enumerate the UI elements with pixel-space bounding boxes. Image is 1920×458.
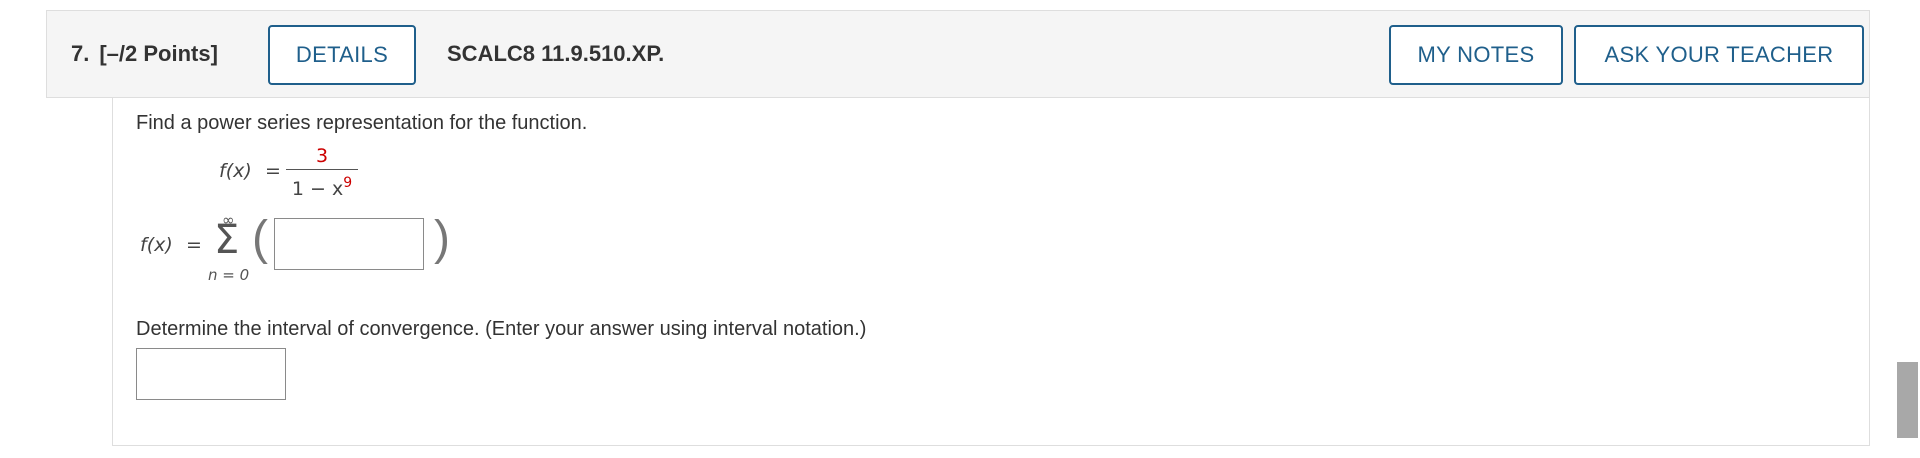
fraction-denominator: 1 − x9 — [286, 172, 358, 200]
question-header: 7. [–/2 Points] DETAILS SCALC8 11.9.510.X… — [46, 10, 1870, 98]
function-equals: = — [265, 160, 281, 182]
function-fraction: 3 1 − x9 — [286, 145, 358, 200]
ask-your-teacher-button[interactable]: ASK YOUR TEACHER — [1574, 25, 1864, 85]
series-term-input[interactable] — [275, 219, 423, 269]
question-number-label: 7. — [71, 41, 90, 66]
scrollbar-thumb[interactable] — [1897, 362, 1918, 438]
sum-lower-limit: n = 0 — [208, 266, 250, 284]
denominator-base: 1 − x — [291, 178, 344, 200]
question-body: Find a power series representation for t… — [112, 98, 1870, 446]
function-label: f(x) — [219, 160, 252, 182]
fraction-bar — [286, 169, 358, 170]
page: 7. [–/2 Points] DETAILS SCALC8 11.9.510.X… — [0, 0, 1920, 458]
series-label: f(x) — [140, 234, 173, 256]
prompt-power-series: Find a power series representation for t… — [136, 112, 588, 134]
series-term-answer-box[interactable] — [274, 218, 424, 270]
question-points: [–/2 Points] — [99, 41, 218, 66]
series-equals: = — [186, 234, 202, 256]
question-code: SCALC8 11.9.510.XP. — [447, 41, 665, 66]
open-paren: ( — [252, 212, 268, 265]
details-button[interactable]: DETAILS — [268, 25, 416, 85]
interval-answer-box[interactable] — [136, 348, 286, 400]
close-paren: ) — [434, 212, 450, 265]
prompt-interval: Determine the interval of convergence. (… — [136, 318, 867, 340]
denominator-exponent: 9 — [343, 175, 353, 191]
fraction-numerator: 3 — [315, 145, 329, 167]
question-number: 7. [–/2 Points] — [71, 41, 218, 67]
summation-icon: Σ — [214, 217, 240, 263]
interval-input[interactable] — [137, 349, 285, 399]
my-notes-button[interactable]: MY NOTES — [1389, 25, 1563, 85]
